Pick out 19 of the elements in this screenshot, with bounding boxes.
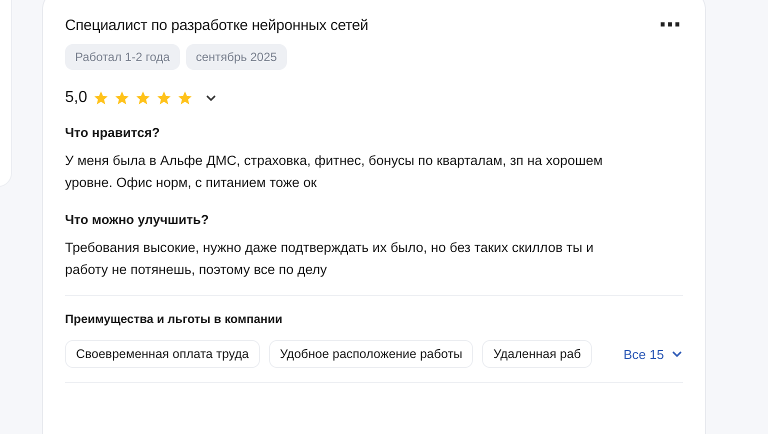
benefits-heading: Преимущества и льготы в компании	[65, 312, 284, 326]
star-icon	[177, 90, 194, 106]
star-icon	[135, 90, 152, 106]
review-text: У меня была в Альфе ДМС, страховка, фитнес, бонусы по кварталам, зп на хорошем уровне. Офис норм, с питанием тоже ок	[65, 152, 604, 192]
benefit-chip: Удобное расположение работы	[268, 340, 474, 368]
star-icon	[93, 90, 110, 106]
show-all-button[interactable]: Все 15	[624, 346, 683, 362]
section-heading: Что нравится?	[65, 125, 161, 140]
star-icon	[156, 90, 172, 106]
more-button[interactable]: ⋯	[657, 18, 683, 34]
tag: сентябрь 2025	[186, 44, 287, 70]
rating-score: 5,0	[65, 89, 88, 107]
tag: Работал 1-2 года	[65, 44, 180, 70]
review-title: Специалист по разработке нейронных сетей	[65, 17, 368, 34]
review-text: Требования высокие, нужно даже подтверждать их было, но без таких скиллов ты и работу не потянешь, поэтому все по делу	[65, 239, 595, 279]
benefit-chip: Удаленная раб	[482, 340, 592, 368]
section-heading: Что можно улучшить?	[65, 212, 210, 227]
benefit-chip: Своевременная оплата труда	[65, 340, 260, 368]
star-icon	[114, 90, 130, 106]
